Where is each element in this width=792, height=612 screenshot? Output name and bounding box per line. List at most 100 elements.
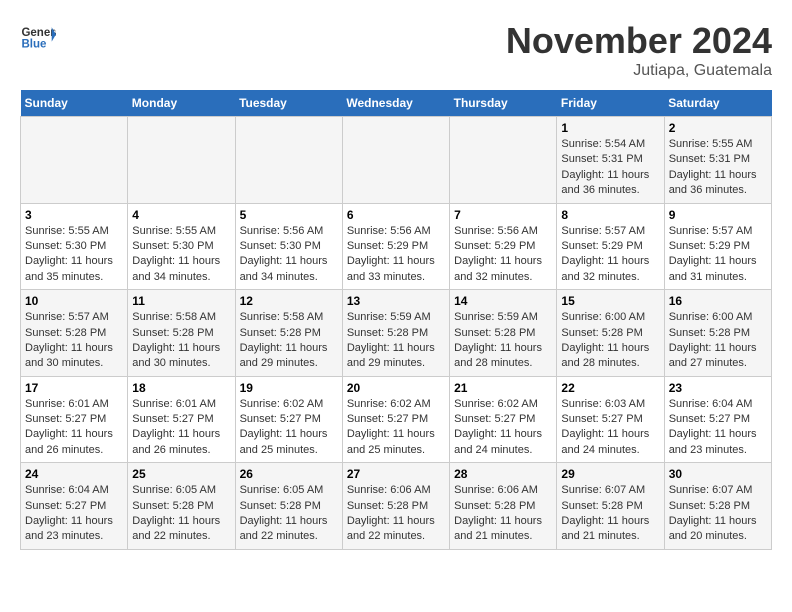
calendar-cell xyxy=(128,117,235,204)
calendar-body: 1 Sunrise: 5:54 AM Sunset: 5:31 PM Daylig… xyxy=(21,117,772,550)
day-number: 1 xyxy=(561,121,659,135)
calendar-cell: 5Sunrise: 5:56 AM Sunset: 5:30 PM Daylig… xyxy=(235,203,342,290)
svg-text:General: General xyxy=(21,27,56,39)
location: Jutiapa, Guatemala xyxy=(506,62,772,80)
day-number: 20 xyxy=(347,381,445,395)
day-info: Sunrise: 6:06 AM Sunset: 5:28 PM Dayligh… xyxy=(454,483,552,545)
calendar-cell: 7Sunrise: 5:56 AM Sunset: 5:29 PM Daylig… xyxy=(450,203,557,290)
day-info: Sunrise: 6:02 AM Sunset: 5:27 PM Dayligh… xyxy=(454,397,552,459)
calendar-cell: 22Sunrise: 6:03 AM Sunset: 5:27 PM Dayli… xyxy=(557,376,664,463)
weekday-header-thursday: Thursday xyxy=(450,90,557,117)
day-number: 6 xyxy=(347,208,445,222)
calendar-cell: 3 Sunrise: 5:55 AM Sunset: 5:30 PM Daylig… xyxy=(21,203,128,290)
day-number: 25 xyxy=(132,467,230,481)
day-info: Sunrise: 5:58 AM Sunset: 5:28 PM Dayligh… xyxy=(132,310,230,372)
calendar-cell: 20Sunrise: 6:02 AM Sunset: 5:27 PM Dayli… xyxy=(342,376,449,463)
day-number: 11 xyxy=(132,294,230,308)
day-info: Sunrise: 5:59 AM Sunset: 5:28 PM Dayligh… xyxy=(454,310,552,372)
week-row-4: 17 Sunrise: 6:01 AM Sunset: 5:27 PM Dayli… xyxy=(21,376,772,463)
week-row-1: 1 Sunrise: 5:54 AM Sunset: 5:31 PM Daylig… xyxy=(21,117,772,204)
calendar-table: SundayMondayTuesdayWednesdayThursdayFrid… xyxy=(20,90,772,550)
calendar-cell: 1 Sunrise: 5:54 AM Sunset: 5:31 PM Daylig… xyxy=(557,117,664,204)
day-info: Sunrise: 6:01 AM Sunset: 5:27 PM Dayligh… xyxy=(25,397,123,459)
day-info: Sunrise: 6:05 AM Sunset: 5:28 PM Dayligh… xyxy=(132,483,230,545)
day-number: 24 xyxy=(25,467,123,481)
day-number: 23 xyxy=(669,381,767,395)
calendar-cell: 18Sunrise: 6:01 AM Sunset: 5:27 PM Dayli… xyxy=(128,376,235,463)
logo: General Blue xyxy=(20,20,56,56)
calendar-cell: 30Sunrise: 6:07 AM Sunset: 5:28 PM Dayli… xyxy=(664,463,771,550)
day-number: 21 xyxy=(454,381,552,395)
day-number: 7 xyxy=(454,208,552,222)
calendar-cell: 29 Sunrise: 6:07 AM Sunset: 5:28 PM Dayli… xyxy=(557,463,664,550)
day-info: Sunrise: 5:59 AM Sunset: 5:28 PM Dayligh… xyxy=(347,310,445,372)
day-number: 19 xyxy=(240,381,338,395)
page-header: General Blue November 2024 Jutiapa, Guat… xyxy=(20,20,772,80)
calendar-cell xyxy=(450,117,557,204)
day-number: 18 xyxy=(132,381,230,395)
logo-icon: General Blue xyxy=(20,20,56,56)
day-info: Sunrise: 5:56 AM Sunset: 5:30 PM Dayligh… xyxy=(240,224,338,286)
weekday-header-tuesday: Tuesday xyxy=(235,90,342,117)
calendar-cell xyxy=(235,117,342,204)
day-info: Sunrise: 6:04 AM Sunset: 5:27 PM Dayligh… xyxy=(669,397,767,459)
weekday-header-monday: Monday xyxy=(128,90,235,117)
calendar-cell: 6 Sunrise: 5:56 AM Sunset: 5:29 PM Daylig… xyxy=(342,203,449,290)
calendar-cell: 15 Sunrise: 6:00 AM Sunset: 5:28 PM Dayli… xyxy=(557,290,664,377)
day-number: 10 xyxy=(25,294,123,308)
calendar-cell xyxy=(21,117,128,204)
day-info: Sunrise: 5:58 AM Sunset: 5:28 PM Dayligh… xyxy=(240,310,338,372)
calendar-cell: 26 Sunrise: 6:05 AM Sunset: 5:28 PM Dayli… xyxy=(235,463,342,550)
day-number: 8 xyxy=(561,208,659,222)
day-info: Sunrise: 6:07 AM Sunset: 5:28 PM Dayligh… xyxy=(669,483,767,545)
calendar-cell: 2Sunrise: 5:55 AM Sunset: 5:31 PM Daylig… xyxy=(664,117,771,204)
day-info: Sunrise: 6:04 AM Sunset: 5:27 PM Dayligh… xyxy=(25,483,123,545)
calendar-cell: 14 Sunrise: 5:59 AM Sunset: 5:28 PM Dayli… xyxy=(450,290,557,377)
day-number: 2 xyxy=(669,121,767,135)
day-info: Sunrise: 6:05 AM Sunset: 5:28 PM Dayligh… xyxy=(240,483,338,545)
day-info: Sunrise: 6:07 AM Sunset: 5:28 PM Dayligh… xyxy=(561,483,659,545)
week-row-5: 24 Sunrise: 6:04 AM Sunset: 5:27 PM Dayli… xyxy=(21,463,772,550)
day-info: Sunrise: 5:57 AM Sunset: 5:28 PM Dayligh… xyxy=(25,310,123,372)
day-number: 4 xyxy=(132,208,230,222)
day-info: Sunrise: 5:57 AM Sunset: 5:29 PM Dayligh… xyxy=(669,224,767,286)
weekday-header-saturday: Saturday xyxy=(664,90,771,117)
month-title: November 2024 xyxy=(506,20,772,62)
day-number: 3 xyxy=(25,208,123,222)
day-number: 26 xyxy=(240,467,338,481)
weekday-header-row: SundayMondayTuesdayWednesdayThursdayFrid… xyxy=(21,90,772,117)
calendar-cell: 28Sunrise: 6:06 AM Sunset: 5:28 PM Dayli… xyxy=(450,463,557,550)
day-info: Sunrise: 5:56 AM Sunset: 5:29 PM Dayligh… xyxy=(347,224,445,286)
weekday-header-wednesday: Wednesday xyxy=(342,90,449,117)
day-info: Sunrise: 6:06 AM Sunset: 5:28 PM Dayligh… xyxy=(347,483,445,545)
calendar-cell xyxy=(342,117,449,204)
day-number: 17 xyxy=(25,381,123,395)
calendar-cell: 10 Sunrise: 5:57 AM Sunset: 5:28 PM Dayli… xyxy=(21,290,128,377)
weekday-header-friday: Friday xyxy=(557,90,664,117)
week-row-2: 3 Sunrise: 5:55 AM Sunset: 5:30 PM Daylig… xyxy=(21,203,772,290)
day-number: 16 xyxy=(669,294,767,308)
day-info: Sunrise: 6:00 AM Sunset: 5:28 PM Dayligh… xyxy=(669,310,767,372)
calendar-cell: 8Sunrise: 5:57 AM Sunset: 5:29 PM Daylig… xyxy=(557,203,664,290)
calendar-cell: 13 Sunrise: 5:59 AM Sunset: 5:28 PM Dayli… xyxy=(342,290,449,377)
day-number: 27 xyxy=(347,467,445,481)
day-number: 9 xyxy=(669,208,767,222)
day-info: Sunrise: 6:03 AM Sunset: 5:27 PM Dayligh… xyxy=(561,397,659,459)
day-number: 14 xyxy=(454,294,552,308)
svg-text:Blue: Blue xyxy=(21,38,47,50)
calendar-cell: 24 Sunrise: 6:04 AM Sunset: 5:27 PM Dayli… xyxy=(21,463,128,550)
day-number: 13 xyxy=(347,294,445,308)
calendar-cell: 27 Sunrise: 6:06 AM Sunset: 5:28 PM Dayli… xyxy=(342,463,449,550)
day-info: Sunrise: 6:00 AM Sunset: 5:28 PM Dayligh… xyxy=(561,310,659,372)
calendar-cell: 21 Sunrise: 6:02 AM Sunset: 5:27 PM Dayli… xyxy=(450,376,557,463)
day-info: Sunrise: 5:55 AM Sunset: 5:30 PM Dayligh… xyxy=(25,224,123,286)
calendar-cell: 17 Sunrise: 6:01 AM Sunset: 5:27 PM Dayli… xyxy=(21,376,128,463)
day-number: 29 xyxy=(561,467,659,481)
calendar-cell: 19Sunrise: 6:02 AM Sunset: 5:27 PM Dayli… xyxy=(235,376,342,463)
calendar-cell: 11 Sunrise: 5:58 AM Sunset: 5:28 PM Dayli… xyxy=(128,290,235,377)
title-block: November 2024 Jutiapa, Guatemala xyxy=(506,20,772,80)
day-number: 15 xyxy=(561,294,659,308)
day-info: Sunrise: 5:54 AM Sunset: 5:31 PM Dayligh… xyxy=(561,137,659,199)
week-row-3: 10 Sunrise: 5:57 AM Sunset: 5:28 PM Dayli… xyxy=(21,290,772,377)
day-number: 12 xyxy=(240,294,338,308)
